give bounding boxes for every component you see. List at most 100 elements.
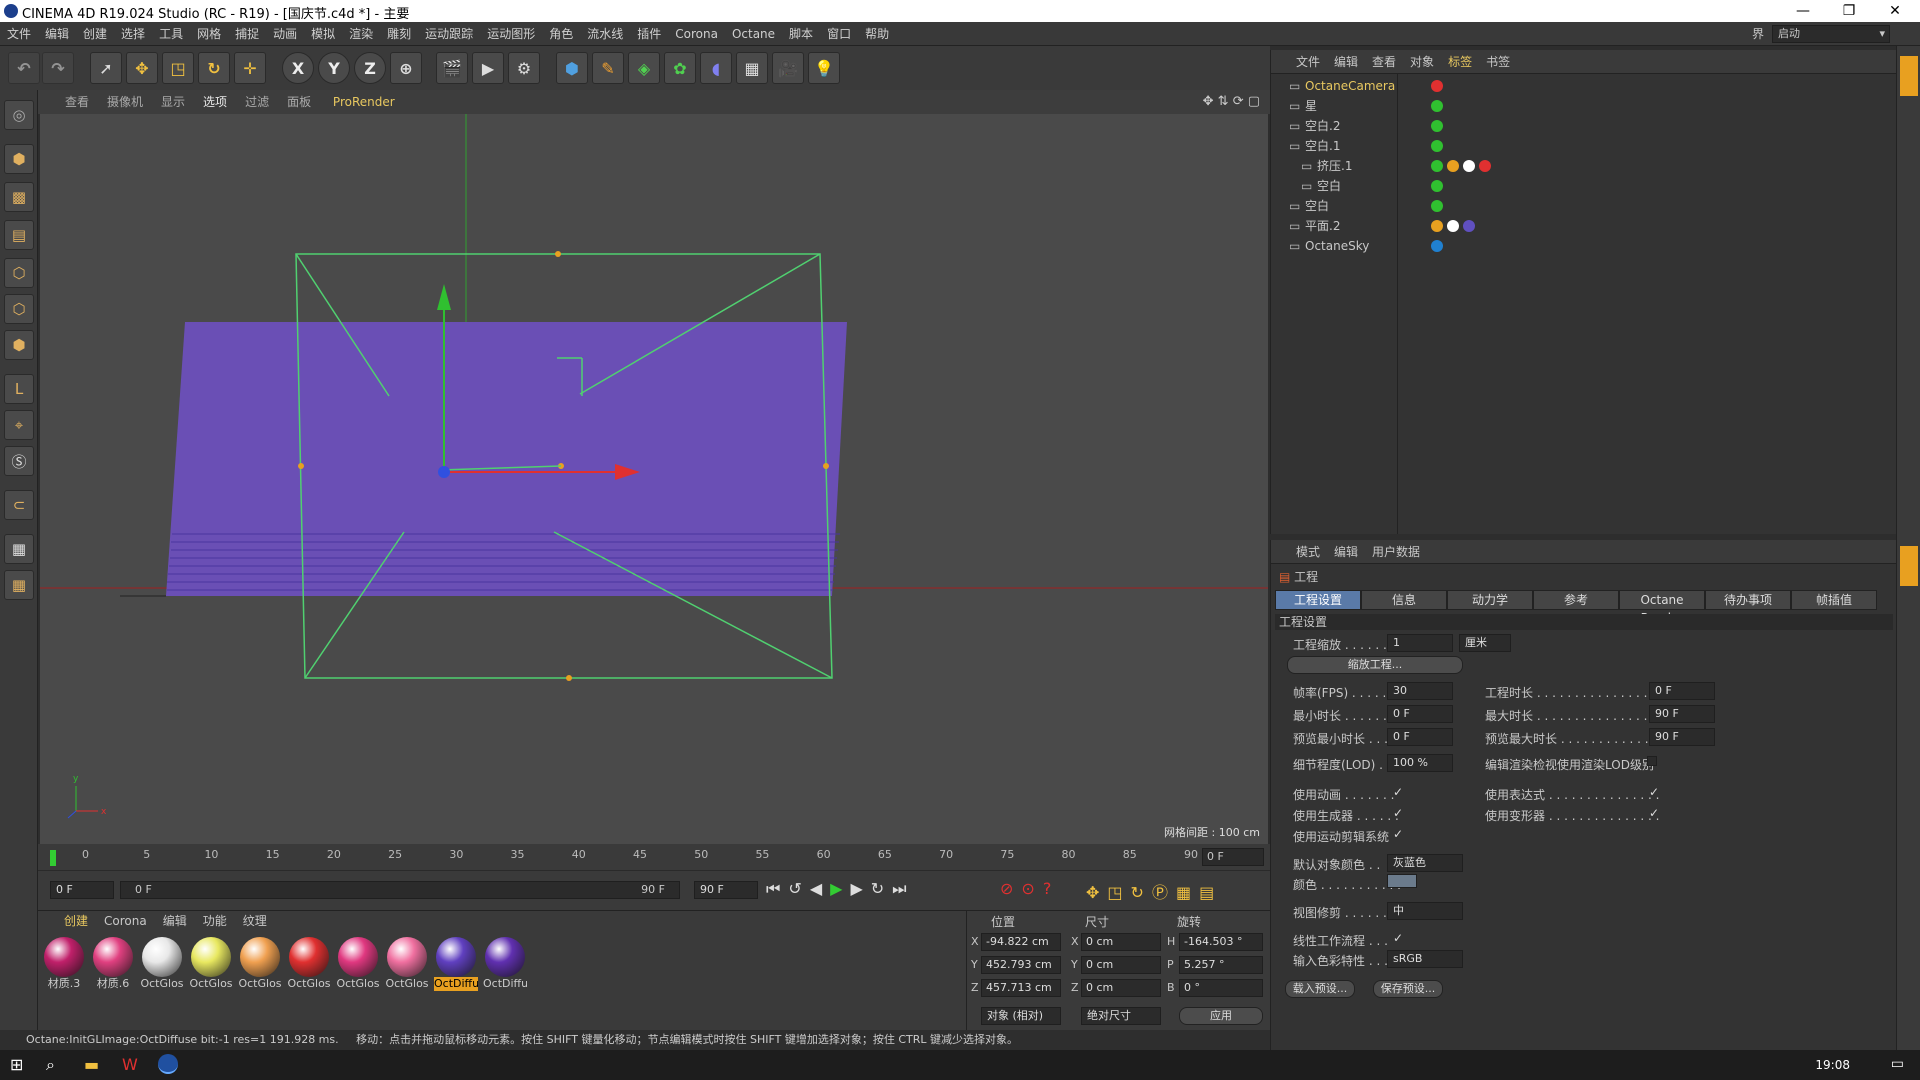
use-generators-checkbox[interactable]: ✓ [1393, 806, 1403, 820]
coord-size-field[interactable]: 0 cm [1081, 933, 1161, 951]
key-type-controls[interactable]: ✥◳↻Ⓟ▦▤ [1086, 879, 1222, 903]
coordinate-system-button[interactable]: ⊕ [390, 52, 422, 84]
end-frame-field[interactable]: 90 F [694, 881, 758, 899]
object-name[interactable]: 平面.2 [1305, 216, 1340, 236]
scale-unit-dropdown[interactable]: 厘米 [1459, 634, 1511, 652]
object-tag-icon[interactable] [1479, 160, 1491, 172]
menu-item[interactable]: 模拟 [304, 22, 342, 46]
rotate-tool-button[interactable]: ↻ [198, 52, 230, 84]
menu-item[interactable]: 编辑 [38, 22, 76, 46]
range-slider[interactable]: 0 F 90 F [120, 881, 680, 899]
x-axis-button[interactable]: X [282, 52, 314, 84]
lod-field[interactable]: 100 % [1387, 754, 1453, 772]
menu-item[interactable]: 脚本 [782, 22, 820, 46]
maximize-button[interactable]: ❐ [1826, 0, 1872, 22]
tweak-mode-button[interactable]: ⌖ [4, 410, 34, 440]
menu-item[interactable]: 创建 [76, 22, 114, 46]
scale-project-button[interactable]: 缩放工程... [1287, 656, 1463, 674]
coord-pos-field[interactable]: 452.793 cm [981, 956, 1061, 974]
apply-button[interactable]: 应用 [1179, 1007, 1263, 1025]
menu-item[interactable]: 选择 [114, 22, 152, 46]
timeline-ruler[interactable]: 0 5 10 15 20 25 30 35 40 45 50 55 60 65 70 75 80 85 90 0 F [38, 844, 1270, 870]
object-tag-icon[interactable] [1431, 140, 1443, 152]
material-swatch[interactable]: OctDiffu [434, 935, 478, 991]
scale-field[interactable]: 1 [1387, 634, 1453, 652]
material-menu-item[interactable]: 创建 [56, 914, 96, 928]
goto-start-icon[interactable]: ⏮ [766, 879, 788, 898]
material-menu-item[interactable]: Corona [96, 914, 155, 928]
object-menu-item[interactable]: 文件 [1289, 50, 1327, 74]
attributes-side-tab[interactable] [1900, 546, 1918, 586]
play-icon[interactable]: ▶ [830, 879, 850, 898]
menu-item[interactable]: 网格 [190, 22, 228, 46]
menu-item[interactable]: 渲染 [342, 22, 380, 46]
prev-frame-icon[interactable]: ◀ [810, 879, 830, 898]
default-color-dropdown[interactable]: 灰蓝色 [1387, 854, 1463, 872]
key-position-icon[interactable]: ✥ [1086, 883, 1107, 902]
max-time-field[interactable]: 90 F [1649, 705, 1715, 723]
next-frame-icon[interactable]: ▶ [850, 879, 870, 898]
object-tag-icon[interactable] [1431, 100, 1443, 112]
viewport-menu-item[interactable]: 查看 [56, 90, 98, 114]
coord-rot-field[interactable]: -164.503 ° [1179, 933, 1263, 951]
menu-item[interactable]: 文件 [0, 22, 38, 46]
axis-mode-button[interactable]: L [4, 374, 34, 404]
object-tag-icon[interactable] [1431, 180, 1443, 192]
attribute-menu-item[interactable]: 模式 [1289, 540, 1327, 564]
make-editable-button[interactable]: ◎ [4, 100, 34, 130]
object-tag-icon[interactable] [1431, 240, 1443, 252]
render-to-picture-viewer-button[interactable]: ▶ [472, 52, 504, 84]
material-swatch[interactable]: OctDiffu [483, 935, 527, 991]
prev-key-icon[interactable]: ↺ [788, 879, 809, 898]
scale-tool-button[interactable]: ◳ [162, 52, 194, 84]
material-swatch[interactable]: OctGlos [189, 935, 233, 991]
select-tool-button[interactable]: ➚ [90, 52, 122, 84]
object-name[interactable]: 挤压.1 [1317, 156, 1352, 176]
object-menu-item[interactable]: 对象 [1403, 50, 1441, 74]
notification-icon[interactable]: ▭ [1891, 1056, 1904, 1072]
record-icon[interactable]: ⊘ [1000, 879, 1021, 898]
move-tool-button[interactable]: ✥ [126, 52, 158, 84]
goto-end-icon[interactable]: ⏭ [892, 879, 914, 898]
current-frame-field[interactable]: 0 F [1202, 848, 1264, 866]
object-row[interactable]: 空白 ▭ [1271, 196, 1897, 216]
attribute-tab[interactable]: 参考 [1533, 590, 1619, 610]
wps-icon[interactable]: W [122, 1055, 138, 1074]
material-swatch[interactable]: OctGlos [238, 935, 282, 991]
close-button[interactable]: ✕ [1872, 0, 1918, 22]
playhead[interactable] [50, 850, 56, 866]
render-view-button[interactable]: 🎬 [436, 52, 468, 84]
load-preset-button[interactable]: 载入预设... [1285, 980, 1355, 998]
object-tag-icon[interactable] [1431, 200, 1443, 212]
lock-workplane-button[interactable]: ▦ [4, 534, 34, 564]
color-swatch[interactable] [1387, 874, 1417, 888]
floor-button[interactable]: ▦ [736, 52, 768, 84]
menu-item[interactable]: 运动图形 [480, 22, 542, 46]
size-mode-dropdown[interactable]: 绝对尺寸 [1081, 1007, 1161, 1025]
coord-rot-field[interactable]: 5.257 ° [1179, 956, 1263, 974]
render-lod-checkbox[interactable] [1647, 756, 1657, 766]
viewport-nav-icons[interactable]: ✥ ⇅ ⟳ ▢ [1203, 94, 1260, 109]
attribute-tab[interactable]: Octane Render [1619, 590, 1705, 625]
keyframe-help-icon[interactable]: ? [1043, 879, 1060, 898]
material-swatch[interactable]: 材质.3 [42, 935, 86, 991]
camera-button[interactable]: 🎥 [772, 52, 804, 84]
redo-button[interactable]: ↷ [42, 52, 74, 84]
object-menu-item[interactable]: 书签 [1479, 50, 1517, 74]
polygons-mode-button[interactable]: ⬢ [4, 330, 34, 360]
workplane-mode-button[interactable]: ▤ [4, 220, 34, 250]
object-name[interactable]: OctaneCamera [1305, 76, 1395, 96]
object-name[interactable]: 星 [1305, 96, 1317, 116]
attribute-tab[interactable]: 动力学 [1447, 590, 1533, 610]
menu-item[interactable]: 运动跟踪 [418, 22, 480, 46]
points-mode-button[interactable]: ⬡ [4, 258, 34, 288]
menu-item[interactable]: Octane [725, 22, 782, 46]
object-row[interactable]: OctaneCamera ▭ [1271, 76, 1897, 96]
object-menu-item[interactable]: 标签 [1441, 50, 1479, 74]
viewport-menu-item[interactable]: 选项 [194, 90, 236, 114]
snap-button[interactable]: Ⓢ [4, 446, 34, 476]
object-tag-icon[interactable] [1431, 220, 1443, 232]
menu-item[interactable]: 动画 [266, 22, 304, 46]
fps-field[interactable]: 30 [1387, 682, 1453, 700]
menu-item[interactable]: 角色 [542, 22, 580, 46]
